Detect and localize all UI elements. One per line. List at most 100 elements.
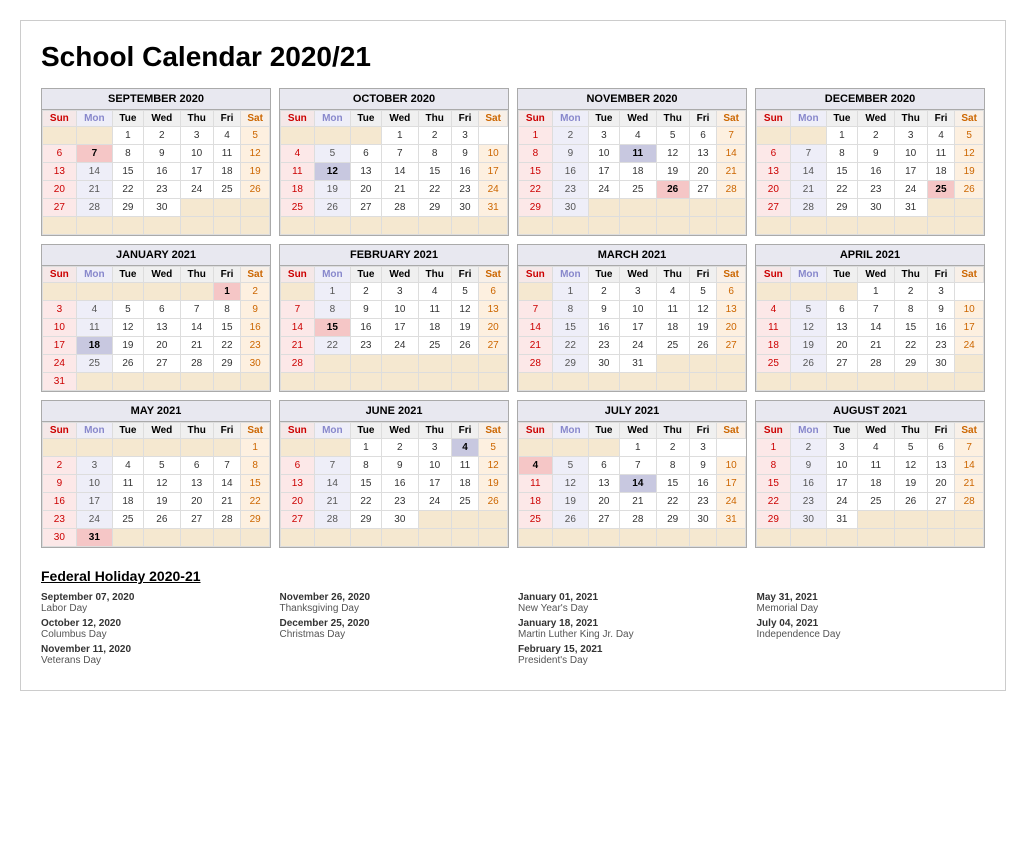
day-cell: 31 — [619, 355, 656, 373]
day-cell — [619, 199, 656, 217]
day-cell: 9 — [241, 301, 270, 319]
holiday-name: Memorial Day — [757, 603, 986, 614]
day-cell — [827, 283, 858, 301]
day-cell: 18 — [76, 337, 112, 355]
holiday-entry: May 31, 2021Memorial Day — [757, 592, 986, 614]
day-cell — [894, 373, 927, 391]
holidays-title: Federal Holiday 2020-21 — [41, 568, 985, 584]
day-header: Fri — [927, 267, 955, 283]
day-cell — [656, 373, 689, 391]
day-cell: 8 — [241, 457, 270, 475]
day-cell: 31 — [43, 373, 77, 391]
day-cell: 1 — [314, 283, 350, 301]
day-cell — [418, 373, 451, 391]
day-cell: 22 — [656, 493, 689, 511]
day-cell: 22 — [757, 493, 791, 511]
day-cell: 19 — [656, 163, 689, 181]
day-cell — [213, 373, 241, 391]
day-cell: 5 — [955, 127, 984, 145]
day-cell — [241, 373, 270, 391]
day-header: Thu — [180, 423, 213, 439]
day-header: Tue — [589, 423, 620, 439]
day-cell — [790, 529, 826, 547]
day-cell: 25 — [113, 511, 144, 529]
day-header: Tue — [589, 267, 620, 283]
day-cell: 24 — [76, 511, 112, 529]
day-cell: 9 — [927, 301, 955, 319]
day-cell: 26 — [241, 181, 270, 199]
holiday-date: November 11, 2020 — [41, 644, 270, 655]
holiday-column: November 26, 2020Thanksgiving DayDecembe… — [280, 592, 509, 670]
day-header: Wed — [143, 267, 180, 283]
day-cell — [717, 217, 746, 235]
day-cell: 15 — [827, 163, 858, 181]
day-cell — [113, 439, 144, 457]
day-cell — [43, 127, 77, 145]
day-cell: 12 — [479, 457, 508, 475]
day-cell: 24 — [619, 337, 656, 355]
day-cell — [955, 529, 984, 547]
day-cell: 4 — [281, 145, 315, 163]
holiday-entry: February 15, 2021President's Day — [518, 644, 747, 666]
holiday-name: Thanksgiving Day — [280, 603, 509, 614]
day-cell: 22 — [314, 337, 350, 355]
day-cell: 20 — [927, 475, 955, 493]
day-cell — [76, 283, 112, 301]
day-cell — [43, 217, 77, 235]
day-cell: 5 — [241, 127, 270, 145]
day-cell: 15 — [519, 163, 553, 181]
day-cell — [76, 373, 112, 391]
day-cell: 6 — [589, 457, 620, 475]
month-title: MAY 2021 — [42, 401, 270, 422]
day-cell: 21 — [76, 181, 112, 199]
day-cell: 30 — [43, 529, 77, 547]
day-cell — [927, 199, 955, 217]
day-header: Sun — [281, 111, 315, 127]
day-cell: 26 — [143, 511, 180, 529]
day-cell: 1 — [113, 127, 144, 145]
day-cell: 30 — [451, 199, 479, 217]
day-cell: 4 — [519, 457, 553, 475]
day-header: Tue — [827, 423, 858, 439]
day-cell: 16 — [857, 163, 894, 181]
day-cell: 18 — [619, 163, 656, 181]
day-cell — [479, 217, 508, 235]
day-cell: 17 — [43, 337, 77, 355]
day-cell — [180, 283, 213, 301]
day-cell: 13 — [180, 475, 213, 493]
day-cell — [281, 283, 315, 301]
holiday-entry: January 18, 2021Martin Luther King Jr. D… — [518, 618, 747, 640]
day-cell: 1 — [381, 127, 418, 145]
day-cell: 8 — [552, 301, 588, 319]
day-cell: 29 — [656, 511, 689, 529]
day-cell — [927, 511, 955, 529]
day-cell: 7 — [76, 145, 112, 163]
day-cell — [717, 199, 746, 217]
day-cell: 4 — [619, 127, 656, 145]
day-cell: 7 — [857, 301, 894, 319]
day-cell: 13 — [143, 319, 180, 337]
day-header: Mon — [552, 423, 588, 439]
day-cell — [955, 199, 984, 217]
day-cell — [894, 217, 927, 235]
day-cell — [955, 217, 984, 235]
day-cell: 12 — [689, 301, 717, 319]
holiday-name: President's Day — [518, 655, 747, 666]
day-cell: 5 — [552, 457, 588, 475]
day-cell — [213, 439, 241, 457]
day-cell: 26 — [894, 493, 927, 511]
day-cell: 6 — [689, 127, 717, 145]
day-cell: 21 — [314, 493, 350, 511]
day-cell: 23 — [381, 493, 418, 511]
day-cell: 28 — [76, 199, 112, 217]
day-header: Tue — [351, 423, 382, 439]
day-cell — [241, 217, 270, 235]
day-cell: 20 — [43, 181, 77, 199]
day-cell: 25 — [857, 493, 894, 511]
day-cell: 3 — [381, 283, 418, 301]
day-cell: 9 — [381, 457, 418, 475]
day-header: Thu — [894, 111, 927, 127]
day-cell — [351, 217, 382, 235]
day-cell — [381, 373, 418, 391]
day-cell — [894, 511, 927, 529]
